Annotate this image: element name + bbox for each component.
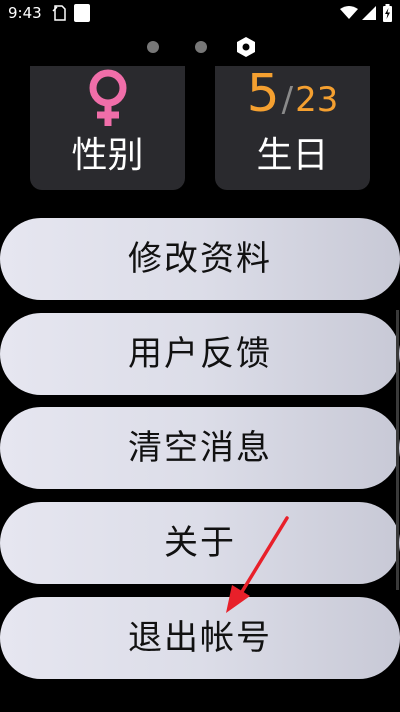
birthday-label: 生日 [256,135,329,176]
page-indicator [0,36,400,58]
sim-card-icon [52,5,66,21]
page-dot[interactable] [147,41,159,53]
birthday-value: 5/23 [215,66,370,134]
logout-button[interactable]: 退出帐号 [0,597,400,679]
female-symbol-icon [89,69,127,126]
birthday-day: 23 [295,80,339,120]
about-button[interactable]: 关于 [0,502,400,584]
user-feedback-button[interactable]: 用户反馈 [0,313,400,395]
gender-label: 性别 [71,135,144,176]
birthday-tile[interactable]: 5/23 生日 [215,66,370,190]
page-dot[interactable] [195,41,207,53]
notification-square-icon [74,4,90,22]
gender-tile[interactable]: 性别 [30,66,185,190]
status-bar: 9:43 [0,0,400,28]
status-time: 9:43 [8,4,42,22]
settings-hexagon-icon[interactable] [235,36,257,58]
birthday-separator: / [281,80,294,120]
battery-charging-icon [383,4,392,22]
scrollbar[interactable] [396,310,399,590]
signal-icon [362,6,376,20]
watch-settings-screen: 9:43 性别 5/23 生日 修改资料 用户反馈 清空消息 关于 退出帐号 [0,0,400,712]
wifi-icon [340,6,358,19]
edit-profile-button[interactable]: 修改资料 [0,218,400,300]
clear-messages-button[interactable]: 清空消息 [0,407,400,489]
birthday-month: 5 [246,64,280,124]
